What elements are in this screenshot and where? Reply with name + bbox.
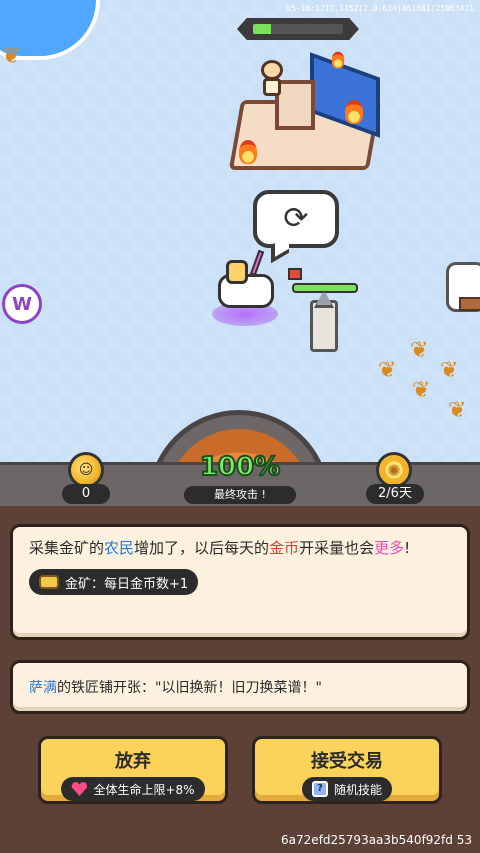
wheat-icon: ❦ <box>2 44 21 69</box>
reject-reward-tag: 全体生命上限+8% <box>61 777 205 801</box>
enemy-fort-hp-fill <box>253 24 271 34</box>
accept-reward-label: 随机技能 <box>333 782 382 797</box>
knight-rider <box>226 260 248 284</box>
question-mark-icon: ? <box>311 781 328 797</box>
lance <box>249 249 265 277</box>
fire-icon <box>239 140 257 164</box>
wheat-icon: ❦ <box>378 358 397 383</box>
game-map[interactable]: 05-16:1217,1152|2.0.634|461861|25963421 … <box>0 0 480 470</box>
enemy-fort[interactable] <box>225 40 385 180</box>
event-description: 采集金矿的农民增加了，以后每天的金币开采量也会更多! <box>29 537 451 559</box>
coin-count: 0 <box>62 484 110 504</box>
coin-icon: ☺ <box>68 452 104 488</box>
refresh-icon: ⟳ <box>283 201 309 236</box>
player-knight[interactable] <box>212 249 278 326</box>
event-card: 采集金矿的农民增加了，以后每天的金币开采量也会更多! 金矿：每日金币数+1 <box>10 524 470 640</box>
heart-icon <box>71 782 88 796</box>
day-counter: 2/6天 <box>366 484 424 504</box>
story-text: 的铁匠铺开张："以旧换新！旧刀换菜谱！" <box>57 680 322 696</box>
debug-overlay: 05-16:1217,1152|2.0.634|461861|25963421 <box>286 4 474 13</box>
reward-tag-label: 金矿：每日金币数+1 <box>65 576 189 592</box>
event-text-more: 更多 <box>374 539 405 557</box>
flag-icon <box>288 268 302 280</box>
event-text-part: 开采量也会 <box>299 539 375 557</box>
accept-trade-button[interactable]: 接受交易 ? 随机技能 <box>252 736 442 804</box>
accept-button-label: 接受交易 <box>311 751 383 772</box>
reject-reward-label: 全体生命上限+8% <box>93 782 195 797</box>
accept-reward-tag: ? 随机技能 <box>301 777 392 801</box>
event-text-part: ! <box>404 539 411 557</box>
story-card: 萨满的铁匠铺开张："以旧换新！旧刀换菜谱！" <box>10 660 470 714</box>
event-text-part: 采集金矿的 <box>29 539 105 557</box>
camp-building[interactable] <box>446 262 480 312</box>
gold-ore-icon <box>39 575 59 589</box>
attack-label[interactable]: 最终攻击 ! <box>184 486 296 504</box>
event-text-gold: 金币 <box>269 539 300 557</box>
event-text-part: 增加了，以后每天的 <box>134 539 270 557</box>
fire-icon <box>345 100 363 124</box>
story-character-name: 萨满 <box>29 680 57 696</box>
event-text-farmers: 农民 <box>104 539 135 557</box>
reject-button-label: 放弃 <box>115 751 151 772</box>
build-hash: 6a72efd25793aa3b540f92fd 53 <box>281 833 472 847</box>
reward-tag: 金矿：每日金币数+1 <box>29 569 199 595</box>
portal-letter: W <box>12 293 32 315</box>
wheat-icon: ❦ <box>412 378 431 403</box>
fire-icon <box>331 51 345 69</box>
reject-button[interactable]: 放弃 全体生命上限+8% <box>38 736 228 804</box>
event-panel: 采集金矿的农民增加了，以后每天的金币开采量也会更多! 金矿：每日金币数+1 萨满… <box>0 506 480 853</box>
stone-tower[interactable] <box>304 290 344 360</box>
enemy-fort-hp-bar <box>237 18 359 40</box>
portal-icon[interactable]: W <box>2 284 42 324</box>
wheat-icon: ❦ <box>410 338 429 363</box>
enemy-hero[interactable] <box>255 60 289 100</box>
sun-icon: ✺ <box>376 452 412 488</box>
wheat-icon: ❦ <box>440 358 459 383</box>
attack-percent: 100% <box>199 451 281 483</box>
refresh-bubble[interactable]: ⟳ <box>253 190 339 248</box>
wheat-icon: ❦ <box>448 398 467 423</box>
